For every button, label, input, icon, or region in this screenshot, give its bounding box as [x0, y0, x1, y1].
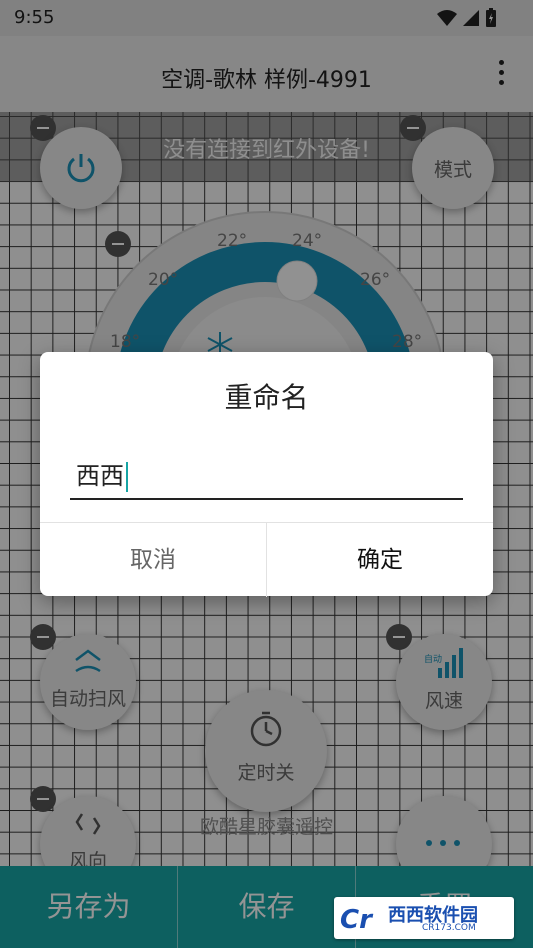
rename-dialog: 重命名 西西 取消 确定 [40, 352, 493, 597]
dialog-title: 重命名 [224, 381, 309, 414]
text-cursor [126, 462, 128, 492]
name-input[interactable]: 西西 [70, 450, 463, 500]
watermark-url: CR173.COM [422, 923, 476, 933]
name-input-value: 西西 [76, 462, 124, 490]
dialog-actions: 取消 确定 [40, 522, 493, 597]
cancel-button[interactable]: 取消 [40, 523, 266, 597]
svg-text:Cr: Cr [340, 905, 374, 935]
watermark-logo: Cr [340, 905, 374, 935]
confirm-button[interactable]: 确定 [267, 523, 493, 597]
watermark: Cr 西西软件园 CR173.COM [334, 897, 514, 939]
